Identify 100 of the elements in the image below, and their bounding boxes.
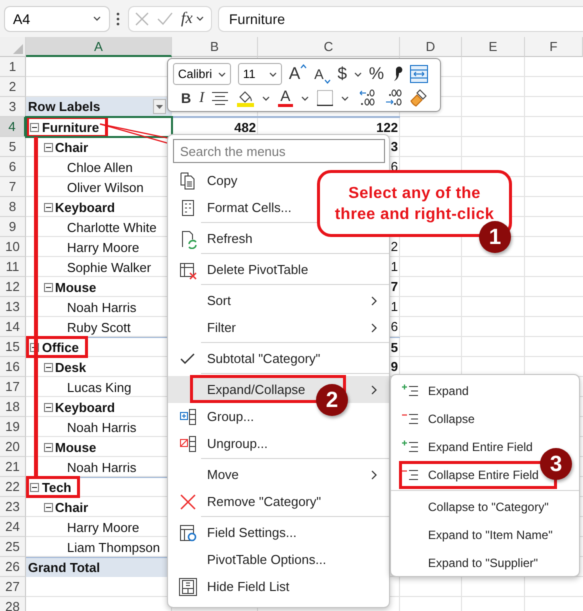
collapse-button[interactable] [44, 402, 53, 412]
menu-item[interactable]: Expand to "Supplier" [391, 549, 579, 577]
caret-up-icon [300, 64, 308, 69]
menu-item[interactable]: Subtotal "Category" [168, 345, 389, 372]
row-number[interactable]: 23 [0, 497, 26, 517]
row-number[interactable]: 19 [0, 417, 26, 437]
value-cell: 6 [390, 319, 398, 334]
header-label: Row Labels [28, 98, 100, 116]
format-button[interactable]: $ [338, 64, 347, 84]
value-cell: 9 [390, 359, 398, 374]
row-number[interactable]: 24 [0, 517, 26, 537]
ungroup-icon [178, 434, 198, 454]
row-number[interactable]: 5 [0, 137, 26, 157]
row-label: Mouse [55, 278, 96, 296]
row-label: Liam Thompson [67, 538, 160, 556]
format-button[interactable]: % [368, 64, 384, 84]
menu-item[interactable]: Refresh [168, 225, 389, 252]
dropdown-button[interactable] [341, 96, 350, 100]
row-number[interactable]: 17 [0, 377, 26, 397]
insert-function-button[interactable]: fx [181, 10, 204, 28]
menu-item[interactable]: Field Settings... [168, 519, 389, 546]
row-number[interactable]: 3 [0, 97, 26, 117]
format-painter-icon [410, 89, 428, 107]
row-number[interactable]: 10 [0, 237, 26, 257]
menu-item[interactable]: Remove "Category" [168, 488, 389, 515]
row-number[interactable]: 8 [0, 197, 26, 217]
column-header[interactable]: F [525, 37, 583, 57]
row-number[interactable]: 12 [0, 277, 26, 297]
remove-icon [178, 492, 198, 512]
value-cell: 5 [390, 340, 398, 355]
column-header[interactable]: D [400, 37, 462, 57]
menu-item[interactable]: Expand to "Item Name" [391, 521, 579, 549]
row-number[interactable]: 13 [0, 297, 26, 317]
row-number[interactable]: 28 [0, 597, 26, 611]
caret-icon [341, 96, 350, 100]
row-label: Office [42, 338, 79, 356]
increase-font-button[interactable]: A [288, 64, 308, 84]
menu-item[interactable]: Expand [391, 377, 579, 405]
expand-lines-icon [401, 439, 421, 455]
collapse-button[interactable] [30, 482, 39, 492]
row-label: Mouse [55, 438, 96, 456]
row-number[interactable]: 7 [0, 177, 26, 197]
menu-item[interactable]: Collapse [391, 405, 579, 433]
menu-item[interactable]: Sort [168, 287, 389, 314]
collapse-lines-icon [401, 411, 421, 427]
collapse-button[interactable] [44, 362, 53, 372]
column-header[interactable]: E [462, 37, 525, 57]
row-label: Ruby Scott [67, 318, 131, 336]
filter-dropdown-button[interactable] [153, 99, 166, 114]
collapse-button[interactable] [44, 282, 53, 292]
row-number[interactable]: 1 [0, 57, 26, 77]
search-field[interactable]: Search the menus [173, 139, 385, 163]
selected-cell[interactable]: Furniture [26, 117, 172, 137]
row-number[interactable]: 20 [0, 437, 26, 457]
bold-button[interactable]: B [181, 88, 192, 108]
value-cell: 7 [390, 279, 398, 294]
font-size-dropdown[interactable]: 11 [238, 63, 282, 85]
collapse-button[interactable] [44, 502, 53, 512]
menu-item[interactable]: Move [168, 461, 389, 488]
dropdown-button[interactable] [301, 96, 310, 100]
field-list-icon [178, 576, 198, 596]
column-header[interactable]: A [26, 37, 172, 57]
row-number[interactable]: 4 [0, 117, 26, 137]
row-number[interactable]: 11 [0, 257, 26, 277]
wrap-text-icon [410, 65, 428, 83]
row-number[interactable]: 6 [0, 157, 26, 177]
font-color-button[interactable]: A [278, 89, 293, 107]
menu-item[interactable]: Collapse to "Category" [391, 493, 579, 521]
row-number[interactable]: 9 [0, 217, 26, 237]
dropdown-button[interactable] [262, 96, 270, 100]
menu-item[interactable]: Ungroup... [168, 430, 389, 457]
row-number[interactable]: 16 [0, 357, 26, 377]
row-number[interactable]: 26 [0, 557, 26, 577]
column-header[interactable]: C [258, 37, 400, 57]
collapse-button[interactable] [30, 122, 39, 132]
decrease-font-button[interactable]: A [314, 64, 331, 84]
column-header[interactable]: B [172, 37, 258, 57]
collapse-button[interactable] [44, 202, 53, 212]
row-number[interactable]: 21 [0, 457, 26, 477]
field-settings-icon [178, 522, 198, 542]
font-name-dropdown[interactable]: Calibri [173, 63, 231, 85]
row-label: Lucas King [67, 378, 132, 396]
collapse-button[interactable] [44, 142, 53, 152]
collapse-button[interactable] [44, 442, 53, 452]
row-number[interactable]: 14 [0, 317, 26, 337]
row-number[interactable]: 15 [0, 337, 26, 357]
caret-icon [93, 16, 101, 21]
row-label: Chair [55, 138, 88, 156]
row-number[interactable]: 18 [0, 397, 26, 417]
row-number[interactable]: 22 [0, 477, 26, 497]
caret-icon [196, 16, 204, 21]
name-box[interactable]: A4 [4, 6, 110, 32]
row-number[interactable]: 27 [0, 577, 26, 597]
italic-button[interactable]: I [199, 88, 204, 108]
menu-item[interactable]: Filter [168, 314, 389, 341]
row-number[interactable]: 2 [0, 77, 26, 97]
formula-field[interactable]: Furniture [218, 6, 583, 32]
row-number[interactable]: 25 [0, 537, 26, 557]
dropdown-button[interactable] [354, 72, 362, 76]
menu-item[interactable]: Delete PivotTable [168, 256, 389, 283]
